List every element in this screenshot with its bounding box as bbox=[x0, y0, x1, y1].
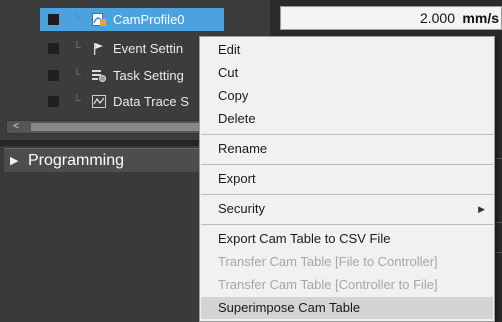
menu-item-label: Copy bbox=[218, 88, 249, 103]
menu-separator bbox=[201, 134, 493, 135]
menu-item-security[interactable]: Security ▶ bbox=[201, 198, 493, 220]
node-status-square bbox=[48, 70, 59, 81]
scroll-left-arrow-icon[interactable]: < bbox=[8, 121, 24, 133]
expand-arrow-icon[interactable]: ▶ bbox=[10, 149, 18, 173]
menu-item-label: Edit bbox=[218, 42, 241, 57]
menu-item-transfer-file-to-controller[interactable]: Transfer Cam Table [File to Controller] bbox=[201, 251, 493, 273]
node-status-square bbox=[48, 96, 59, 107]
menu-item-label: Rename bbox=[218, 141, 268, 156]
menu-item-transfer-controller-to-file[interactable]: Transfer Cam Table [Controller to File] bbox=[201, 274, 493, 296]
tree-item-camprofile0[interactable]: └ CamProfile0 bbox=[0, 8, 262, 31]
menu-item-edit[interactable]: Edit bbox=[201, 39, 493, 61]
chart-icon bbox=[92, 95, 106, 108]
menu-item-label: Cut bbox=[218, 65, 239, 80]
tree-branch-connector: └ bbox=[73, 69, 81, 81]
node-status-square bbox=[48, 14, 59, 25]
tree-item-label: Data Trace S bbox=[113, 94, 189, 109]
tree-branch-connector: └ bbox=[73, 13, 81, 25]
menu-separator bbox=[201, 224, 493, 225]
menu-item-label: Export Cam Table to CSV File bbox=[218, 231, 391, 246]
menu-item-label: Delete bbox=[218, 111, 256, 126]
tree-branch-connector: └ bbox=[73, 95, 81, 107]
tree-item-label: Event Settin bbox=[113, 41, 184, 56]
context-menu: Edit Cut Copy Delete Rename Export Secur… bbox=[199, 36, 495, 322]
menu-item-export[interactable]: Export bbox=[201, 168, 493, 190]
cam-profile-icon bbox=[92, 13, 106, 26]
menu-item-superimpose-cam-table[interactable]: Superimpose Cam Table bbox=[201, 297, 493, 319]
menu-item-label: Security bbox=[218, 201, 265, 216]
menu-item-rename[interactable]: Rename bbox=[201, 138, 493, 160]
speed-unit: mm/s bbox=[462, 10, 499, 26]
task-icon bbox=[92, 69, 106, 82]
menu-item-label: Superimpose Cam Table bbox=[218, 300, 361, 315]
programming-label: Programming bbox=[28, 152, 125, 169]
speed-field[interactable]: 2.000 mm/s bbox=[280, 6, 502, 30]
menu-item-cut[interactable]: Cut bbox=[201, 62, 493, 84]
tree-item-label: CamProfile0 bbox=[113, 12, 185, 27]
menu-separator bbox=[201, 164, 493, 165]
submenu-arrow-icon: ▶ bbox=[478, 204, 485, 214]
menu-item-label: Transfer Cam Table [Controller to File] bbox=[218, 277, 438, 292]
flag-icon bbox=[92, 42, 106, 55]
menu-item-delete[interactable]: Delete bbox=[201, 108, 493, 130]
speed-value: 2.000 bbox=[419, 10, 455, 26]
tree-branch-connector: └ bbox=[73, 42, 81, 54]
menu-item-label: Export bbox=[218, 171, 256, 186]
menu-item-export-cam-table-csv[interactable]: Export Cam Table to CSV File bbox=[201, 228, 493, 250]
node-status-square bbox=[48, 43, 59, 54]
menu-item-copy[interactable]: Copy bbox=[201, 85, 493, 107]
menu-item-label: Transfer Cam Table [File to Controller] bbox=[218, 254, 438, 269]
tree-item-label: Task Setting bbox=[113, 68, 184, 83]
menu-separator bbox=[201, 194, 493, 195]
